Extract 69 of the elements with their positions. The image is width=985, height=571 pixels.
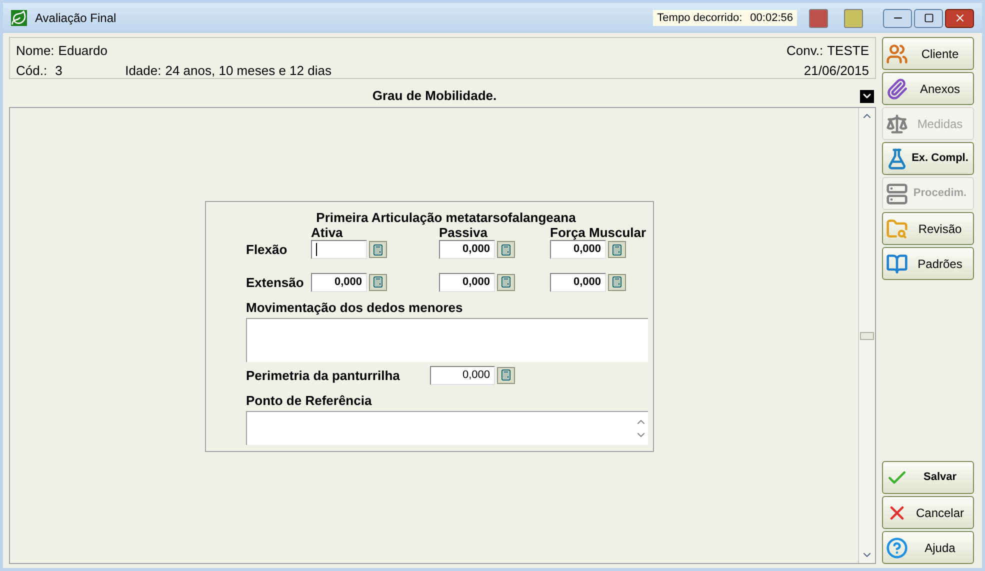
close-button[interactable] (945, 8, 974, 28)
maximize-icon (924, 13, 934, 23)
code-value: 3 (55, 62, 64, 80)
calculator-button[interactable] (608, 274, 626, 290)
text-cursor (316, 243, 317, 256)
field-label: Perimetria da panturrilha (246, 366, 401, 385)
calculator-button[interactable] (369, 241, 387, 258)
folder-search-icon (886, 218, 908, 240)
side-button[interactable]: Cliente (882, 37, 974, 70)
calculator-icon (500, 276, 512, 288)
number-field[interactable]: 0,000 (550, 272, 606, 292)
side-button[interactable]: Ajuda (882, 531, 974, 564)
column-header: Força Muscular (550, 225, 648, 240)
window-title: Avaliação Final (35, 10, 118, 27)
number-field[interactable]: 0,000 (311, 272, 367, 292)
insurance-label: Conv.: (786, 42, 824, 60)
row-label: Flexão (246, 241, 288, 259)
number-field[interactable]: 0,000 (430, 366, 495, 385)
calculator-button[interactable] (369, 274, 387, 290)
text-area[interactable] (246, 318, 648, 362)
close-icon (954, 12, 966, 24)
calculator-icon (500, 244, 512, 256)
server-icon (886, 182, 908, 204)
side-button[interactable]: Salvar (882, 461, 974, 494)
date-value: 21/06/2015 (804, 62, 869, 80)
number-field[interactable] (311, 240, 367, 259)
calculator-icon (611, 276, 623, 288)
calculator-icon (372, 276, 384, 288)
code-label: Cód.: (16, 62, 48, 80)
maximize-button[interactable] (914, 8, 943, 28)
scrollbar[interactable] (858, 108, 875, 563)
elapsed-time: Tempo decorrido: 00:02:56 (653, 10, 797, 26)
help-icon (886, 536, 908, 558)
name-value: Eduardo (58, 42, 108, 60)
calculator-button[interactable] (497, 366, 515, 384)
number-field[interactable]: 0,000 (439, 240, 495, 259)
name-label: Nome: (16, 42, 54, 60)
number-field[interactable]: 0,000 (550, 240, 606, 259)
scale-icon (886, 112, 908, 134)
users-icon (886, 42, 908, 64)
side-button[interactable]: Anexos (882, 72, 974, 105)
side-button[interactable]: Padrões (882, 247, 974, 280)
column-header: Ativa (311, 225, 344, 240)
form-title: Primeira Articulação metatarsofalangeana (315, 210, 577, 225)
text-area[interactable] (246, 410, 648, 444)
side-button[interactable]: Revisão (882, 212, 974, 245)
section-title: Grau de Mobilidade. (371, 87, 498, 106)
flask-icon (886, 148, 908, 170)
calculator-icon (372, 244, 384, 256)
scroll-thumb[interactable] (860, 332, 874, 340)
side-button[interactable]: Ex. Compl. (882, 142, 974, 175)
row-label: Extensão (246, 274, 305, 292)
calculator-button[interactable] (497, 274, 515, 290)
insurance-value: TESTE (827, 42, 869, 60)
dropdown-button[interactable] (860, 90, 874, 102)
calculator-icon (611, 244, 623, 256)
book-icon (886, 252, 908, 274)
column-header: Passiva (439, 225, 488, 240)
number-field[interactable]: 0,000 (439, 272, 495, 292)
side-button[interactable]: Cancelar (882, 496, 974, 529)
app-icon (11, 10, 27, 26)
age-label: Idade: (125, 62, 162, 80)
paperclip-icon (886, 78, 908, 100)
age-value: 24 anos, 10 meses e 12 dias (165, 62, 332, 80)
calculator-icon (500, 369, 512, 382)
calculator-button[interactable] (497, 241, 515, 258)
calculator-button[interactable] (608, 241, 626, 258)
field-label: Movimentação dos dedos menores (246, 299, 464, 317)
field-label: Ponto de Referência (246, 392, 373, 410)
